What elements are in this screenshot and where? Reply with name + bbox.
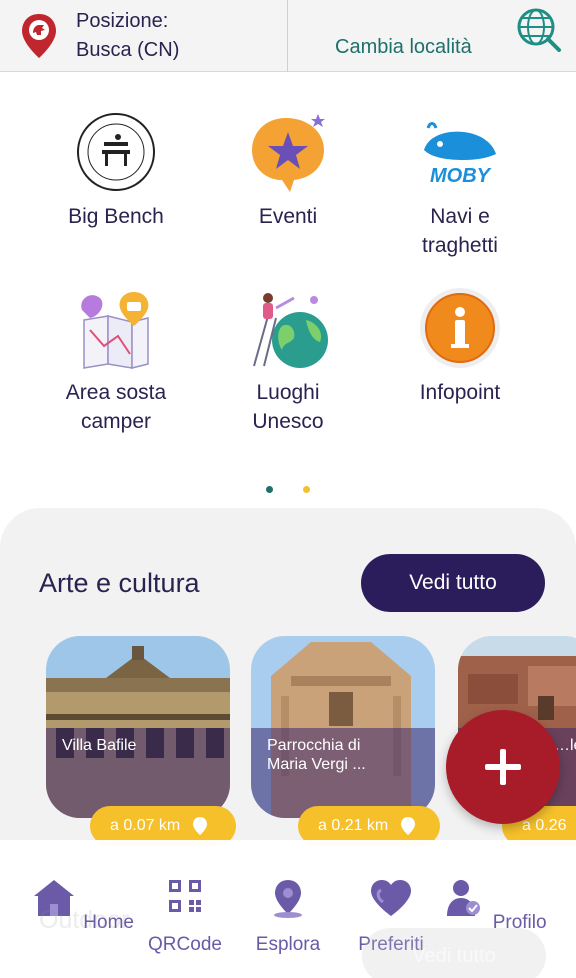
user-icon: [447, 880, 481, 916]
category-eventi[interactable]: Eventi: [198, 110, 378, 231]
app-screen: Posizione: Busca (CN) Cambia località Bi…: [0, 0, 576, 978]
category-infopoint[interactable]: Infopoint: [370, 286, 550, 407]
location-pin-icon: [193, 817, 208, 835]
category-label: Area sosta camper: [65, 381, 167, 433]
category-label: Navi e traghetti: [422, 205, 498, 257]
nav-label: Esplora: [255, 934, 321, 955]
poi-card-parrocchia[interactable]: Parrocchia di Maria Vergi ...: [251, 636, 435, 818]
poi-name: Villa Bafile: [62, 737, 137, 754]
qrcode-icon: [169, 880, 201, 912]
moby-whale-logo-icon: MOBY: [418, 110, 502, 194]
distance-value: a 0.21 km: [318, 817, 389, 834]
nav-esplora[interactable]: Esplora: [233, 878, 343, 956]
location-pin-icon: [401, 817, 416, 835]
distance-value: a 0.26: [522, 817, 567, 834]
globe-people-icon: [246, 286, 330, 370]
pagination-dot[interactable]: [303, 486, 311, 493]
poi-name: Parrocchia di Maria Vergi ...: [267, 737, 366, 773]
category-area-sosta-camper[interactable]: Area sosta camper: [26, 286, 206, 436]
svg-text:MOBY: MOBY: [430, 165, 492, 187]
add-button[interactable]: [446, 710, 560, 824]
vedi-tutto-button[interactable]: Vedi tutto: [361, 554, 545, 612]
change-location-label: Cambia località: [335, 36, 472, 58]
category-big-bench[interactable]: Big Bench: [26, 110, 206, 231]
category-label: Big Bench: [68, 205, 164, 228]
location-pin-logo-icon: [22, 14, 56, 58]
carousel-pagination: [0, 480, 576, 498]
category-label: Luoghi Unesco: [252, 381, 324, 433]
poi-card-villa-bafile[interactable]: Villa Bafile: [46, 636, 230, 818]
category-label: Eventi: [258, 205, 318, 228]
heart-icon: [371, 880, 411, 916]
nav-qrcode[interactable]: QRCode: [130, 878, 240, 956]
section-title: Arte e cultura: [39, 568, 200, 598]
distance-value: a 0.07 km: [110, 817, 181, 834]
star-bubble-icon: [246, 110, 330, 194]
map-pin-icon: [274, 880, 302, 918]
category-label: Infopoint: [419, 381, 501, 404]
location-header: Posizione: Busca (CN) Cambia località: [0, 0, 576, 72]
change-location-button[interactable]: Cambia località: [288, 0, 576, 72]
position-label: Posizione:: [76, 10, 169, 32]
globe-search-icon: [517, 8, 561, 52]
nav-label: QRCode: [148, 934, 222, 955]
position-value: Busca (CN): [76, 39, 180, 61]
current-location[interactable]: Posizione: Busca (CN): [0, 0, 288, 72]
outdoor-section-title-behind: Outdoor: [39, 906, 130, 934]
pagination-dot-active[interactable]: [265, 486, 273, 493]
category-luoghi-unesco[interactable]: Luoghi Unesco: [198, 286, 378, 436]
camper-map-icon: [74, 286, 158, 370]
info-icon: [418, 286, 502, 370]
outdoor-vedi-tutto-behind: Vedi tutto: [362, 928, 546, 978]
nav-profilo[interactable]: Profilo: [438, 878, 548, 934]
location-text: Posizione: Busca (CN): [76, 7, 179, 65]
plus-icon: [485, 749, 521, 785]
category-navi-traghetti[interactable]: MOBY Navi e traghetti: [370, 110, 550, 260]
big-bench-logo-icon: [74, 110, 158, 194]
